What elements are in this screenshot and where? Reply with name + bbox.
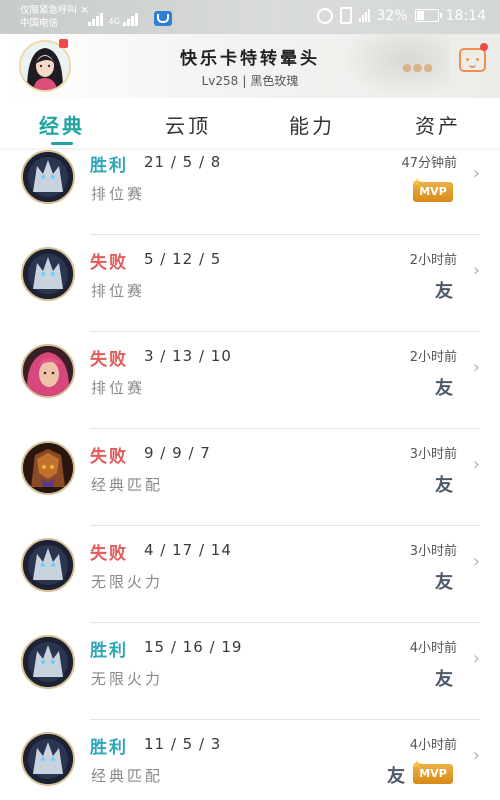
match-row[interactable]: 失败 4 / 17 / 14 无限火力 3小时前 › 友: [0, 526, 500, 623]
match-result: 胜利: [90, 641, 128, 661]
profile-subtitle: Lv258 | 黑色玫瑰: [201, 74, 299, 88]
match-row[interactable]: 胜利 21 / 5 / 8 排位赛 47分钟前 › MVP: [0, 148, 500, 235]
wolf-champion-icon: [23, 734, 73, 784]
armored-champion-icon: [23, 443, 73, 493]
friend-badge: 友: [435, 669, 453, 690]
chevron-right-icon: ›: [472, 454, 480, 475]
match-result: 胜利: [90, 738, 128, 758]
kda: 11 / 5 / 3: [144, 735, 222, 753]
app-notification-icon: [153, 11, 172, 26]
kda: 9 / 9 / 7: [144, 444, 211, 462]
match-time: 47分钟前: [401, 156, 457, 171]
match-time: 4小时前: [409, 738, 457, 753]
champion-avatar: [21, 538, 75, 592]
tab-assets[interactable]: 资产: [388, 110, 488, 139]
carrier-line1: 仅限紧急呼叫: [20, 5, 78, 16]
kda: 15 / 16 / 19: [144, 638, 243, 656]
carrier-line2: 中国电信: [20, 18, 59, 29]
vibrate-icon: [339, 7, 352, 24]
friend-badge: 友: [387, 766, 405, 787]
mvp-badge: MVP: [412, 173, 453, 202]
kda: 4 / 17 / 14: [144, 541, 232, 559]
status-icons-right: 32% 18:14: [316, 7, 486, 24]
champion-avatar: [21, 441, 75, 495]
kda: 5 / 12 / 5: [144, 250, 222, 268]
signal-icon: [88, 12, 103, 26]
chevron-right-icon: ›: [472, 357, 480, 378]
more-dots-icon: ●●●: [402, 61, 434, 74]
match-result: 胜利: [90, 156, 128, 176]
match-time: 3小时前: [409, 544, 457, 559]
wolf-champion-icon: [23, 540, 73, 590]
mvp-badge: MVP: [412, 755, 453, 784]
network-signal-icon: 4G: [109, 12, 138, 26]
match-time: 2小时前: [409, 253, 457, 268]
message-badge: [480, 43, 488, 51]
game-mode: 经典匹配: [91, 476, 164, 494]
tab-ability[interactable]: 能力: [262, 110, 362, 139]
champion-avatar: [21, 344, 75, 398]
game-mode: 排位赛: [91, 379, 146, 397]
match-row[interactable]: 失败 9 / 9 / 7 经典匹配 3小时前 › 友: [0, 429, 500, 526]
friend-badge: 友: [435, 378, 453, 399]
match-time: 4小时前: [409, 641, 457, 656]
friend-badge: 友: [435, 281, 453, 302]
wolf-champion-icon: [23, 152, 73, 202]
tab-tft[interactable]: 云顶: [138, 110, 238, 139]
red-hair-champion-icon: [23, 346, 73, 396]
match-result: 失败: [90, 447, 128, 467]
level: Lv258: [201, 74, 239, 88]
match-result: 失败: [90, 253, 128, 273]
message-icon[interactable]: [459, 43, 488, 72]
game-mode: 无限火力: [91, 573, 164, 591]
friend-badge: 友: [435, 475, 453, 496]
carrier-info: 仅限紧急呼叫 × 中国电信: [20, 3, 89, 30]
chevron-right-icon: ›: [472, 648, 480, 669]
wolf-champion-icon: [23, 249, 73, 299]
match-time: 3小时前: [409, 447, 457, 462]
status-icons-left: 4G: [88, 8, 172, 26]
rank: 黑色玫瑰: [250, 74, 299, 88]
match-list[interactable]: 胜利 21 / 5 / 8 排位赛 47分钟前 › MVP 失败 5 / 12 / 5 排位赛 2…: [0, 148, 500, 800]
alarm-icon: [316, 7, 333, 24]
match-row[interactable]: 失败 5 / 12 / 5 排位赛 2小时前 › 友: [0, 235, 500, 332]
kda: 21 / 5 / 8: [144, 153, 222, 171]
tab-classic[interactable]: 经典: [12, 110, 112, 139]
chevron-right-icon: ›: [472, 745, 480, 766]
signal-strength-icon: [358, 9, 370, 22]
match-result: 失败: [90, 350, 128, 370]
profile-header: 快乐卡特转晕头 Lv258 | 黑色玫瑰 ●●●: [0, 34, 500, 99]
match-row[interactable]: 胜利 11 / 5 / 3 经典匹配 4小时前 › MVP 友: [0, 720, 500, 800]
match-row[interactable]: 失败 3 / 13 / 10 排位赛 2小时前 › 友: [0, 332, 500, 429]
champion-avatar: [21, 150, 75, 204]
battery-percent: 32%: [376, 7, 408, 24]
chevron-right-icon: ›: [472, 163, 480, 184]
chevron-right-icon: ›: [472, 260, 480, 281]
chevron-right-icon: ›: [472, 551, 480, 572]
game-mode: 经典匹配: [91, 767, 164, 785]
match-time: 2小时前: [409, 350, 457, 365]
game-mode: 排位赛: [91, 185, 146, 203]
kda: 3 / 13 / 10: [144, 347, 232, 365]
clock: 18:14: [445, 7, 486, 24]
network-type: 4G: [108, 17, 120, 26]
battery-icon: [414, 9, 442, 22]
match-result: 失败: [90, 544, 128, 564]
tab-bar: 经典 云顶 能力 资产: [0, 98, 500, 148]
champion-avatar: [21, 732, 75, 786]
friend-badge: 友: [435, 572, 453, 593]
champion-avatar: [21, 635, 75, 689]
game-mode: 无限火力: [91, 670, 164, 688]
champion-avatar: [21, 247, 75, 301]
match-row[interactable]: 胜利 15 / 16 / 19 无限火力 4小时前 › 友: [0, 623, 500, 720]
game-mode: 排位赛: [91, 282, 146, 300]
wolf-champion-icon: [23, 637, 73, 687]
active-tab-indicator: [51, 142, 73, 145]
status-bar: 仅限紧急呼叫 × 中国电信 4G 32% 18:14: [0, 0, 500, 34]
